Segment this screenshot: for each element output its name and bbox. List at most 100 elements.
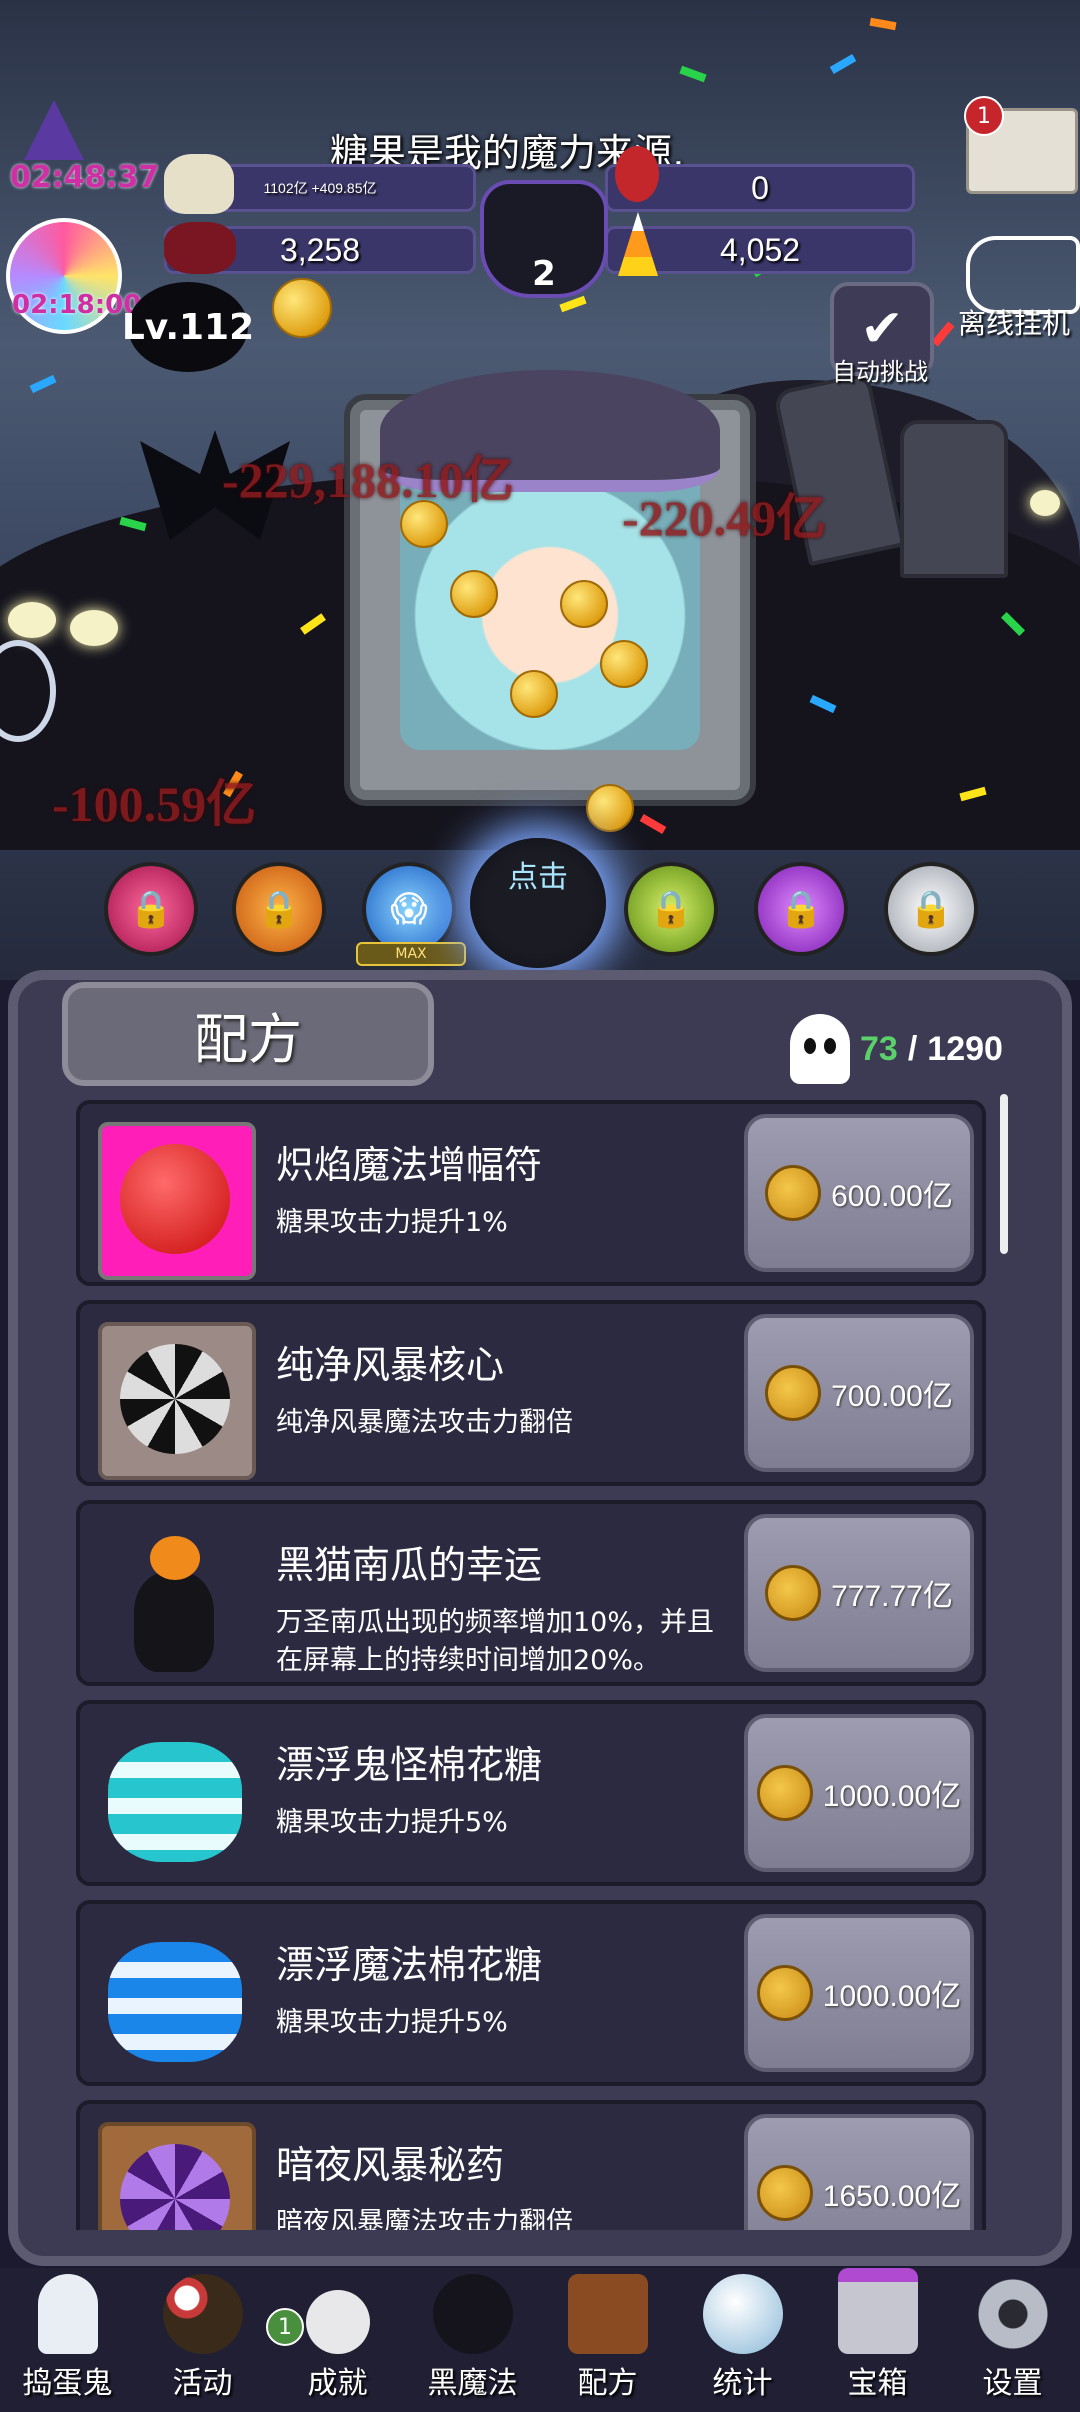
buy-button[interactable]: 1000.00亿 <box>744 1914 974 2072</box>
nav-label: 活动 <box>172 2366 233 2401</box>
nav-tricksters[interactable]: 捣蛋鬼 <box>0 2268 135 2412</box>
locked-skill-white[interactable]: 🔒 <box>884 862 978 956</box>
nav-settings[interactable]: 设置 <box>945 2268 1080 2412</box>
tap-demon-button[interactable]: 点击 <box>470 838 606 968</box>
gear-icon <box>972 2274 1053 2354</box>
gold-coin <box>586 784 634 832</box>
confetti <box>679 65 707 83</box>
game-scene[interactable]: 糖果是我的魔力来源, 02:48:37 02:18:00 1102亿 +409.… <box>0 0 1080 980</box>
nav-label: 配方 <box>577 2366 638 2401</box>
locked-skill-red[interactable]: 🔒 <box>104 862 198 956</box>
nav-chest[interactable]: 宝箱 <box>810 2268 945 2412</box>
confetti <box>931 321 955 347</box>
recipe-price: 1000.00亿 <box>822 1980 962 2013</box>
black-swirl-icon <box>98 1322 256 1480</box>
potion-icon <box>615 146 659 202</box>
lock-icon: 🔒 <box>128 889 174 930</box>
recipe-row[interactable]: 炽焰魔法增幅符 糖果攻击力提升1% 600.00亿 <box>76 1100 986 1286</box>
nav-stats[interactable]: 统计 <box>675 2268 810 2412</box>
confetti <box>559 295 587 313</box>
lock-icon: 🔒 <box>256 889 302 930</box>
purple-swirl-icon <box>98 2122 256 2230</box>
damage-number: -100.59亿 <box>52 776 257 832</box>
cauldron-count: 2 <box>532 254 556 294</box>
auto-challenge-button[interactable]: 自动挑战 <box>832 352 928 387</box>
candy-stat-value: 1102亿 +409.85亿 <box>263 180 377 196</box>
locked-skill-orange[interactable]: 🔒 <box>232 862 326 956</box>
buy-button[interactable]: 700.00亿 <box>744 1314 974 1472</box>
recipe-price: 777.77亿 <box>831 1580 953 1613</box>
damage-number: -229,188.10亿 <box>222 452 514 508</box>
confetti <box>869 17 897 31</box>
scrollbar[interactable] <box>1000 1094 1008 1254</box>
nav-black-magic[interactable]: 黑魔法 <box>405 2268 540 2412</box>
recipe-desc: 纯净风暴魔法攻击力翻倍 <box>276 1407 573 1438</box>
confetti <box>29 374 57 394</box>
devil-cat-icon <box>432 2274 513 2354</box>
recipe-row[interactable]: 暗夜风暴秘药 暗夜风暴魔法攻击力翻倍 1650.00亿 <box>76 2100 986 2230</box>
recipe-price: 1000.00亿 <box>822 1780 962 1813</box>
recipe-name: 漂浮魔法棉花糖 <box>276 1943 543 1987</box>
recipe-price: 600.00亿 <box>831 1180 953 1213</box>
offline-idle-button[interactable]: 离线挂机 <box>958 302 1070 342</box>
candy-corn-value: 4,052 <box>719 231 801 268</box>
recipe-book-icon <box>567 2274 648 2354</box>
cauldron-icon[interactable]: 2 <box>480 180 608 298</box>
gold-coin <box>560 580 608 628</box>
pumpkin-coin-icon <box>765 1165 822 1221</box>
nav-achievements[interactable]: 1 成就 <box>266 2268 405 2412</box>
recipe-name: 漂浮鬼怪棉花糖 <box>276 1743 543 1787</box>
recipe-row[interactable]: 黑猫南瓜的幸运 万圣南瓜出现的频率增加10%，并且在屏幕上的持续时间增加20%。… <box>76 1500 986 1686</box>
nav-label: 统计 <box>712 2366 773 2401</box>
candy-bag-icon <box>164 154 234 214</box>
recipe-count-total: 1290 <box>927 1029 1003 1068</box>
gold-coin <box>272 278 332 338</box>
recipe-name: 黑猫南瓜的幸运 <box>276 1543 543 1587</box>
nav-label: 捣蛋鬼 <box>22 2366 113 2401</box>
nav-label: 设置 <box>982 2366 1043 2401</box>
recipe-list[interactable]: 炽焰魔法增幅符 糖果攻击力提升1% 600.00亿 纯净风暴核心 纯净风暴魔法攻… <box>76 1100 986 2230</box>
glowing-eye <box>70 610 118 646</box>
glowing-eye <box>8 602 56 638</box>
recipe-row[interactable]: 漂浮魔法棉花糖 糖果攻击力提升5% 1000.00亿 <box>76 1900 986 2086</box>
recipe-name: 纯净风暴核心 <box>276 1343 505 1387</box>
recipe-price: 700.00亿 <box>831 1380 953 1413</box>
gold-coin <box>450 570 498 618</box>
red-lollipop-icon <box>98 1122 256 1280</box>
recipe-count-current: 73 <box>860 1029 898 1068</box>
gift-box-icon <box>837 2268 918 2354</box>
skill-max-label: MAX <box>356 942 466 966</box>
damage-number: -220.49亿 <box>622 490 827 546</box>
buy-button[interactable]: 1650.00亿 <box>744 2114 974 2230</box>
event-timer: 02:48:37 <box>10 160 160 195</box>
recipe-name: 暗夜风暴秘药 <box>276 2143 505 2187</box>
skull-candy-icon <box>164 222 236 274</box>
pumpkin-coin-icon <box>756 2165 813 2221</box>
level-badge: Lv.112 <box>122 282 254 372</box>
lock-icon: 🔒 <box>778 889 824 930</box>
nav-events[interactable]: 活动 <box>135 2268 270 2412</box>
nav-recipes[interactable]: 配方 <box>540 2268 675 2412</box>
recipe-count-separator: / <box>907 1029 918 1068</box>
locked-skill-purple[interactable]: 🔒 <box>754 862 848 956</box>
recipe-row[interactable]: 漂浮鬼怪棉花糖 糖果攻击力提升5% 1000.00亿 <box>76 1700 986 1886</box>
buy-button[interactable]: 600.00亿 <box>744 1114 974 1272</box>
recipe-desc: 糖果攻击力提升5% <box>276 1807 508 1838</box>
recipe-row[interactable]: 纯净风暴核心 纯净风暴魔法攻击力翻倍 700.00亿 <box>76 1300 986 1486</box>
recipe-desc: 糖果攻击力提升1% <box>276 1207 508 1238</box>
witch-hat-icon[interactable] <box>24 100 84 160</box>
lock-icon: 🔒 <box>648 889 694 930</box>
gold-coin <box>510 670 558 718</box>
bottom-nav: 捣蛋鬼 活动 1 成就 黑魔法 配方 统计 宝箱 设置 <box>0 2268 1080 2412</box>
locked-skill-green[interactable]: 🔒 <box>624 862 718 956</box>
recipe-count: 73 / 1290 <box>790 1014 1003 1084</box>
nav-label: 宝箱 <box>847 2366 908 2401</box>
recipe-price: 1650.00亿 <box>822 2180 962 2213</box>
tap-label: 点击 <box>508 860 568 895</box>
pumpkin-coin-icon <box>765 1365 822 1421</box>
pumpkin-coin-icon <box>756 1765 813 1821</box>
eyeball-cake-icon <box>162 2274 243 2354</box>
buy-button[interactable]: 777.77亿 <box>744 1514 974 1672</box>
teal-marshmallow-icon <box>98 1722 248 1872</box>
buy-button[interactable]: 1000.00亿 <box>744 1714 974 1872</box>
